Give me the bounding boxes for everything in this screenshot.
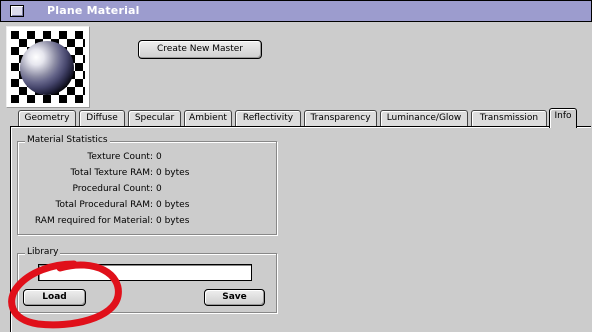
stat-label-ram-required: RAM required for Material:: [34, 216, 153, 226]
stat-value-procedural-count: 0: [156, 184, 162, 194]
stat-label-total-texture-ram: Total Texture RAM:: [70, 168, 153, 178]
stat-value-ram-required: 0 bytes: [156, 216, 190, 226]
stat-label-total-procedural-ram: Total Procedural RAM:: [55, 200, 153, 210]
tab-info[interactable]: Info: [549, 108, 577, 128]
tab-luminance-glow[interactable]: Luminance/Glow: [380, 110, 468, 126]
material-statistics-title: Material Statistics: [25, 135, 110, 145]
tab-geometry[interactable]: Geometry: [18, 110, 76, 126]
stat-value-texture-count: 0: [156, 152, 162, 162]
window-title: Plane Material: [47, 4, 140, 17]
create-new-master-button[interactable]: Create New Master: [138, 40, 262, 59]
library-name-field[interactable]: [38, 264, 252, 281]
stat-label-texture-count: Texture Count:: [87, 152, 153, 162]
library-title: Library: [25, 247, 61, 257]
stat-value-total-procedural-ram: 0 bytes: [156, 200, 190, 210]
tab-specular[interactable]: Specular: [128, 110, 181, 126]
material-preview: [6, 26, 90, 108]
stat-label-procedural-count: Procedural Count:: [72, 184, 153, 194]
window-titlebar[interactable]: Plane Material: [0, 0, 592, 22]
tab-transparency[interactable]: Transparency: [304, 110, 377, 126]
tab-ambient[interactable]: Ambient: [184, 110, 232, 126]
stat-value-total-texture-ram: 0 bytes: [156, 168, 190, 178]
tab-reflectivity[interactable]: Reflectivity: [235, 110, 301, 126]
close-box-icon[interactable]: [10, 5, 24, 17]
material-sphere-preview: [11, 31, 85, 103]
load-button[interactable]: Load: [23, 289, 86, 306]
tab-transmission[interactable]: Transmission: [471, 110, 547, 126]
tab-diffuse[interactable]: Diffuse: [79, 110, 125, 126]
save-button[interactable]: Save: [204, 289, 265, 306]
